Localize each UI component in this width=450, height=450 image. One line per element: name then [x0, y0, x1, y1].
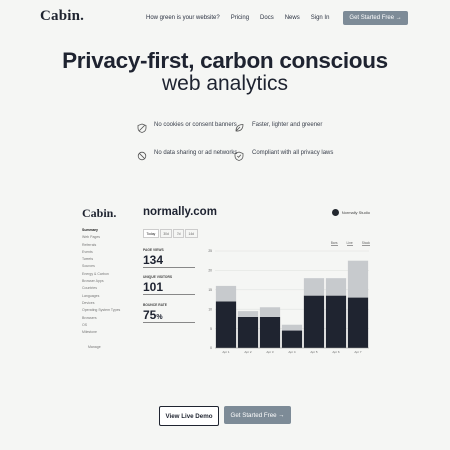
y-tick-label: 20 — [208, 269, 212, 273]
sidebar-item-events[interactable]: Events — [82, 249, 120, 256]
bar-secondary — [347, 260, 369, 298]
app-logo: Cabin. — [82, 206, 117, 220]
sidebar-item-sources[interactable]: Sources — [82, 263, 120, 270]
x-tick-label: Apr 3 — [266, 350, 274, 354]
team-avatar — [331, 209, 339, 216]
bar-primary — [281, 330, 303, 348]
shield-icon — [137, 123, 147, 133]
x-tick-label: Apr 7 — [354, 350, 362, 354]
team-switcher[interactable]: Normally Studio — [331, 209, 370, 216]
stat-unique-visitors: UNIQUE VISITORS 101 — [143, 275, 195, 295]
sidebar-item-languages[interactable]: Languages — [82, 293, 120, 300]
view-live-demo-button[interactable]: View Live Demo — [159, 406, 219, 426]
stat-value: 75% — [143, 308, 163, 322]
nav-news[interactable]: News — [285, 15, 300, 21]
range-today[interactable]: Today — [143, 229, 159, 238]
site-title: normally.com — [143, 206, 217, 218]
sidebar-item-summary[interactable]: Summary — [82, 227, 120, 234]
feature-compliant: Compliant with all privacy laws — [252, 150, 334, 156]
nav-pricing[interactable]: Pricing — [231, 15, 249, 21]
visits-bar-chart: 0 5 10 15 20 25 Apr 1 Apr 2 Apr 3 Apr 4 Apr 5 Apr 6… — [208, 249, 369, 354]
get-started-nav-button[interactable]: Get Started Free → — [343, 11, 408, 25]
bar-primary — [303, 295, 325, 348]
nav-sign-in[interactable]: Sign In — [311, 15, 330, 21]
bar-secondary — [303, 278, 325, 296]
feature-no-cookies: No cookies or consent banners — [154, 122, 237, 128]
sidebar-item-countries[interactable]: Countries — [82, 285, 120, 292]
toggle-line[interactable]: Line — [346, 241, 353, 246]
dashboard-preview: Cabin. normally.com Normally Studio Summ… — [82, 200, 372, 370]
nav-docs[interactable]: Docs — [260, 15, 274, 21]
sidebar-item-energy[interactable]: Energy & Carbon — [82, 271, 120, 278]
sidebar: Summary Web Pages Referrals Events Tweet… — [82, 227, 120, 351]
stat-value: 134 — [143, 253, 164, 267]
bar-secondary — [215, 285, 237, 302]
y-tick-label: 0 — [210, 346, 212, 350]
toggle-stack[interactable]: Stack — [361, 241, 370, 246]
bar-primary — [215, 301, 237, 348]
bar-primary — [237, 316, 259, 348]
shield-check-icon — [234, 151, 244, 161]
logo[interactable]: Cabin. — [40, 8, 84, 25]
bar-primary — [259, 316, 281, 348]
stat-label: BOUNCE RATE — [143, 303, 167, 307]
hero-subtitle: web analytics — [161, 72, 289, 95]
sidebar-item-os-types[interactable]: Operating System Types — [82, 307, 120, 314]
leaf-icon — [235, 124, 244, 132]
x-tick-label: Apr 1 — [222, 350, 230, 354]
x-tick-label: Apr 2 — [244, 350, 252, 354]
hero-title: Privacy-first, carbon conscious — [62, 48, 388, 73]
feature-no-data-sharing: No data sharing or ad networks — [154, 150, 238, 156]
y-tick-label: 15 — [208, 288, 212, 292]
x-tick-label: Apr 4 — [288, 350, 296, 354]
toggle-bars[interactable]: Bars — [330, 241, 338, 246]
x-tick-label: Apr 6 — [332, 350, 340, 354]
bar-primary — [347, 297, 369, 348]
range-7d[interactable]: 7d — [173, 229, 184, 238]
sidebar-item-os[interactable]: OS — [82, 322, 120, 329]
bar-secondary — [259, 307, 281, 317]
block-icon — [137, 151, 147, 161]
sidebar-item-manage[interactable]: Manage — [82, 344, 120, 351]
date-range-selector: Today 30d 7d 14d — [143, 229, 199, 238]
team-name: Normally Studio — [341, 210, 370, 215]
chart-toggles: Bars Line Stack — [322, 241, 370, 246]
x-tick-label: Apr 5 — [310, 350, 318, 354]
bar-secondary — [237, 311, 259, 317]
sidebar-item-browser-apps[interactable]: Browser Apps — [82, 278, 120, 285]
stat-page-views: PAGE VIEWS 134 — [143, 248, 195, 268]
bar-secondary — [281, 324, 303, 331]
sidebar-item-tweets[interactable]: Tweets — [82, 256, 120, 263]
nav-how-green[interactable]: How green is your website? — [146, 15, 220, 21]
feature-faster: Faster, lighter and greener — [252, 122, 323, 128]
bar-secondary — [325, 278, 347, 296]
bar-primary — [325, 295, 347, 348]
sidebar-item-milestone[interactable]: Milestone — [82, 329, 120, 336]
range-30d[interactable]: 30d — [159, 229, 173, 238]
stat-bounce-rate: BOUNCE RATE 75% — [143, 303, 195, 323]
stat-value: 101 — [143, 280, 164, 294]
sidebar-item-devices[interactable]: Devices — [82, 300, 120, 307]
sidebar-item-referrals[interactable]: Referrals — [82, 242, 120, 249]
range-14d[interactable]: 14d — [185, 229, 198, 238]
stat-label: PAGE VIEWS — [143, 248, 164, 252]
stat-label: UNIQUE VISITORS — [143, 275, 173, 279]
y-tick-label: 10 — [208, 307, 212, 311]
get-started-button[interactable]: Get Started Free → — [224, 406, 291, 424]
y-tick-label: 5 — [210, 327, 212, 331]
sidebar-item-browsers[interactable]: Browsers — [82, 315, 120, 322]
y-tick-label: 25 — [208, 249, 212, 253]
top-nav: How green is your website? Pricing Docs … — [146, 11, 408, 25]
sidebar-item-web-pages[interactable]: Web Pages — [82, 234, 120, 241]
